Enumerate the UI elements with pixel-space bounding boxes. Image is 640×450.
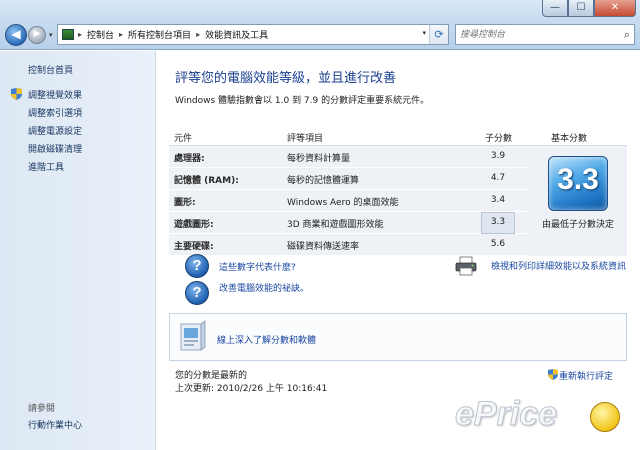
help-question-icon: ? xyxy=(185,254,209,278)
what-scores-mean-link[interactable]: 這些數字代表什麼? xyxy=(219,260,296,273)
shield-icon xyxy=(11,88,22,100)
search-icon[interactable]: ⌕ xyxy=(624,28,630,42)
column-header-subscore: 子分數 xyxy=(485,134,513,144)
search-box[interactable]: ⌕ xyxy=(455,24,635,45)
page-title: 評等您的電腦效能等級，並且進行改善 xyxy=(175,71,397,86)
component-label: 處理器: xyxy=(174,154,205,164)
breadcrumb-separator-icon[interactable]: ▸ xyxy=(119,30,123,39)
window-titlebar: — ☐ ✕ ◀ ▶ ▾ ▸ 控制台 ▸ 所有控制台項目 ▸ 效能資訊及工具 ▾ … xyxy=(0,0,640,50)
component-label: 記憶體 (RAM): xyxy=(174,176,239,186)
software-box-icon xyxy=(180,320,206,351)
breadcrumb: 控制台 ▸ 所有控制台項目 ▸ 效能資訊及工具 xyxy=(87,28,268,41)
column-header-component: 元件 xyxy=(174,134,193,144)
shield-icon xyxy=(548,369,558,380)
main-content: 評等您的電腦效能等級，並且進行改善 Windows 體驗指數會以 1.0 到 7… xyxy=(157,51,640,450)
sidebar-item-action-center[interactable]: 行動作業中心 xyxy=(28,418,82,431)
close-button[interactable]: ✕ xyxy=(594,0,636,17)
column-header-basescore: 基本分數 xyxy=(551,134,588,144)
eprice-watermark: ePrice xyxy=(454,395,558,434)
subscore-value: 3.3 xyxy=(490,217,506,227)
base-score-panel: 3.3 由最低子分數決定 xyxy=(529,146,627,256)
rerun-assessment-link[interactable]: 重新執行評定 xyxy=(559,369,613,382)
help-question-icon: ? xyxy=(185,281,209,305)
table-row: 處理器: 每秒資料計算量 3.9 xyxy=(169,146,529,168)
score-table: 元件 評等項目 子分數 基本分數 處理器: 每秒資料計算量 3.9 記憶體 (R… xyxy=(169,128,627,256)
sidebar-item-disk-cleanup[interactable]: 開啟磁碟清理 xyxy=(28,142,82,155)
control-panel-icon xyxy=(62,29,74,40)
table-row: 圖形: Windows Aero 的桌面效能 3.4 xyxy=(169,190,529,212)
sidebar-item-visual-effects[interactable]: 調整視覺效果 xyxy=(28,88,82,101)
rating-item: 磁碟資料傳送速率 xyxy=(287,242,360,252)
breadcrumb-separator-icon[interactable]: ▸ xyxy=(196,30,200,39)
sidebar: 控制台首頁 調整視覺效果 調整索引選項 調整電源設定 開啟磁碟清理 進階工具 請… xyxy=(0,51,156,450)
rating-item: 每秒的記憶體運算 xyxy=(287,176,360,186)
maximize-button[interactable]: ☐ xyxy=(568,0,594,17)
table-header: 元件 評等項目 子分數 基本分數 xyxy=(169,128,627,146)
breadcrumb-item-performance[interactable]: 效能資訊及工具 xyxy=(205,28,268,41)
learn-more-link[interactable]: 線上深入了解分數和軟體 xyxy=(217,333,316,346)
sidebar-item-advanced-tools[interactable]: 進階工具 xyxy=(28,160,64,173)
table-row: 遊戲圖形: 3D 商業和遊戲圖形效能 3.3 xyxy=(169,212,529,234)
rating-item: Windows Aero 的桌面效能 xyxy=(287,198,399,208)
minimize-button[interactable]: — xyxy=(542,0,568,17)
table-row: 主要硬碟: 磁碟資料傳送速率 5.6 xyxy=(169,234,529,256)
base-score-value: 3.3 xyxy=(557,163,599,196)
subscore-value: 3.9 xyxy=(490,151,506,161)
performance-tips-link[interactable]: 改善電腦效能的祕訣。 xyxy=(219,281,309,294)
smiley-logo-icon xyxy=(590,402,620,432)
learn-more-panel: 線上深入了解分數和軟體 xyxy=(169,313,627,361)
forward-button[interactable]: ▶ xyxy=(28,26,46,44)
print-details-link[interactable]: 檢視和列印詳細效能以及系統資訊 xyxy=(491,259,626,272)
recent-pages-dropdown-icon[interactable]: ▾ xyxy=(49,31,53,39)
subscore-value: 4.7 xyxy=(490,173,506,183)
component-label: 圖形: xyxy=(174,198,196,208)
rating-item: 3D 商業和遊戲圖形效能 xyxy=(287,220,384,230)
printer-icon xyxy=(455,256,477,276)
back-button[interactable]: ◀ xyxy=(5,24,27,46)
breadcrumb-item-all-items[interactable]: 所有控制台項目 xyxy=(128,28,191,41)
address-history-dropdown-icon[interactable]: ▾ xyxy=(422,29,426,37)
rating-item: 每秒資料計算量 xyxy=(287,154,351,164)
component-label: 主要硬碟: xyxy=(174,242,214,252)
score-status: 您的分數是最新的 xyxy=(175,371,248,381)
column-header-item: 評等項目 xyxy=(287,134,324,144)
page-description: Windows 體驗指數會以 1.0 到 7.9 的分數評定重要系統元件。 xyxy=(175,96,430,106)
sidebar-item-indexing[interactable]: 調整索引選項 xyxy=(28,106,82,119)
table-row: 記憶體 (RAM): 每秒的記憶體運算 4.7 xyxy=(169,168,529,190)
breadcrumb-separator-icon: ▸ xyxy=(78,30,83,39)
sidebar-item-power[interactable]: 調整電源設定 xyxy=(28,124,82,137)
search-input[interactable] xyxy=(456,25,606,44)
window-controls: — ☐ ✕ xyxy=(542,0,636,17)
refresh-icon[interactable]: ⟳ xyxy=(429,25,448,44)
sidebar-home-link[interactable]: 控制台首頁 xyxy=(28,63,73,76)
see-also-heading: 請參閱 xyxy=(28,404,56,414)
address-bar[interactable]: ▸ 控制台 ▸ 所有控制台項目 ▸ 效能資訊及工具 ▾ ⟳ xyxy=(57,24,449,45)
breadcrumb-item-control-panel[interactable]: 控制台 xyxy=(87,28,114,41)
last-update-time: 上次更新: 2010/2/26 上午 10:16:41 xyxy=(175,384,328,394)
component-label: 遊戲圖形: xyxy=(174,220,214,230)
subscore-value: 3.4 xyxy=(490,195,506,205)
base-score-badge: 3.3 xyxy=(548,156,608,211)
base-score-caption: 由最低子分數決定 xyxy=(541,220,614,230)
subscore-value: 5.6 xyxy=(490,239,506,249)
